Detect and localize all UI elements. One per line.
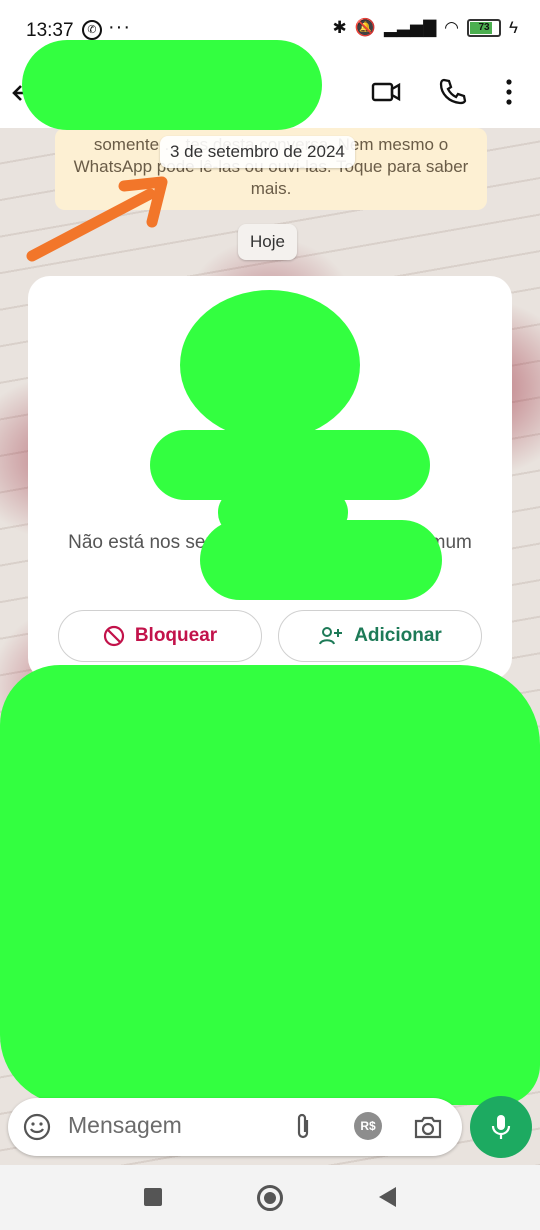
charging-icon: ϟ	[509, 18, 518, 37]
recents-icon[interactable]	[144, 1188, 162, 1206]
payment-icon[interactable]: R$	[354, 1112, 382, 1140]
date-chip: 3 de setembro de 2024	[160, 136, 355, 168]
redaction-messages	[0, 665, 540, 1105]
status-time: 13:37	[26, 20, 74, 41]
add-person-icon	[319, 627, 343, 645]
wifi-icon: ◠	[444, 18, 459, 37]
system-navigation-bar	[0, 1165, 540, 1230]
block-icon	[103, 625, 124, 647]
today-chip: Hoje	[238, 224, 297, 260]
battery-icon: 73	[467, 19, 501, 37]
muted-icon: 🔕	[354, 18, 376, 37]
more-notifications-icon: ···	[108, 16, 131, 38]
redaction-group	[200, 520, 442, 600]
whatsapp-notification-icon: ✆	[82, 20, 102, 40]
mic-button[interactable]	[470, 1096, 532, 1158]
back-nav-icon[interactable]	[376, 1185, 398, 1209]
battery-level: 73	[478, 22, 490, 33]
home-icon[interactable]	[257, 1185, 283, 1211]
microphone-icon	[491, 1115, 511, 1139]
camera-icon[interactable]	[412, 1112, 444, 1142]
redaction-avatar	[180, 290, 360, 440]
annotation-arrow-icon	[26, 176, 168, 262]
message-input[interactable]: Mensagem	[68, 1112, 182, 1139]
bluetooth-icon: ✱	[332, 18, 347, 37]
add-contact-button[interactable]: Adicionar	[278, 610, 482, 662]
signal-icon: ▂▃▅▇	[383, 18, 437, 37]
attach-icon[interactable]	[290, 1112, 316, 1142]
block-button[interactable]: Bloquear	[58, 610, 262, 662]
add-label: Adicionar	[354, 625, 442, 646]
block-label: Bloquear	[134, 625, 218, 646]
message-composer[interactable]: Mensagem R$	[8, 1098, 462, 1156]
redaction-name	[22, 40, 322, 130]
emoji-icon[interactable]	[22, 1112, 52, 1142]
phone-icon[interactable]	[437, 76, 467, 106]
status-icons: ✱ 🔕 ▂▃▅▇ ◠ 73 ϟ	[332, 18, 518, 38]
video-camera-icon[interactable]	[370, 76, 402, 108]
more-vertical-icon[interactable]	[500, 76, 518, 108]
